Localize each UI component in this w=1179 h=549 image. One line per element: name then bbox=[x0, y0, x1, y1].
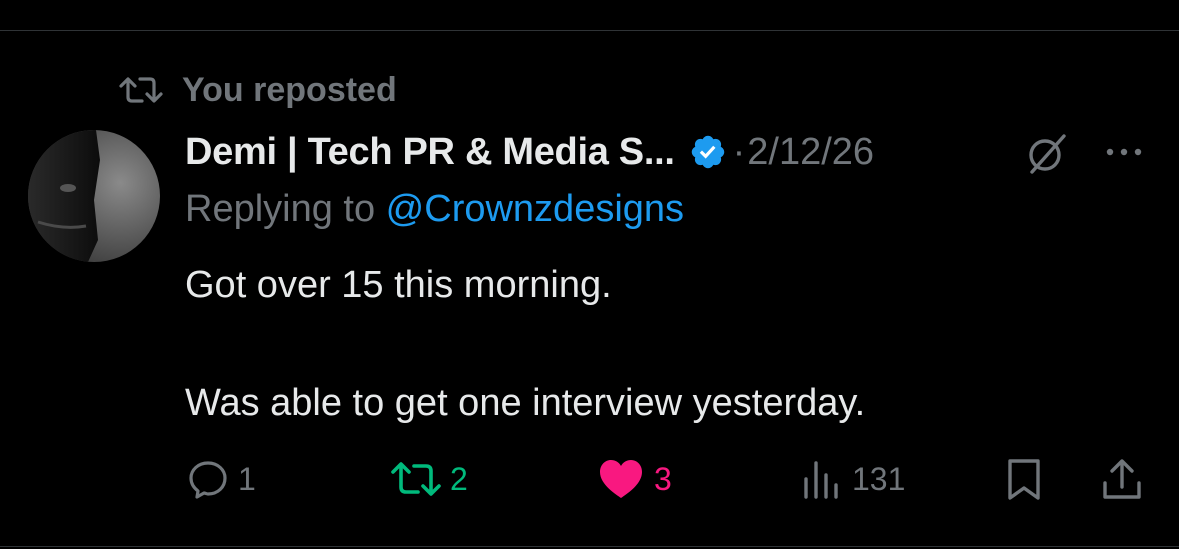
repost-action-icon bbox=[391, 462, 441, 496]
reply-count: 1 bbox=[238, 460, 256, 497]
bottom-divider bbox=[0, 546, 1179, 547]
heart-icon bbox=[600, 460, 642, 498]
reply-icon bbox=[189, 461, 227, 499]
author-name[interactable]: Demi | Tech PR & Media S... bbox=[185, 131, 675, 174]
tweet-text-line-1: Got over 15 this morning. bbox=[185, 264, 612, 306]
reply-context: Replying to @Crownzdesigns bbox=[185, 188, 684, 231]
bookmark-button[interactable] bbox=[1002, 456, 1046, 502]
share-icon bbox=[1103, 459, 1141, 499]
repost-icon bbox=[119, 77, 163, 103]
top-divider bbox=[0, 30, 1179, 31]
tweet-header: Demi | Tech PR & Media S... · 2/12/26 bbox=[185, 126, 874, 178]
repost-banner[interactable]: You reposted bbox=[118, 68, 397, 112]
repost-button[interactable]: 2 bbox=[390, 456, 468, 502]
grok-icon[interactable] bbox=[1024, 130, 1070, 176]
repost-label: You reposted bbox=[182, 70, 397, 109]
repost-count: 2 bbox=[450, 460, 468, 497]
reply-prefix: Replying to bbox=[185, 188, 386, 230]
views-count: 131 bbox=[852, 460, 906, 497]
reply-button[interactable]: 1 bbox=[186, 456, 256, 502]
like-button[interactable]: 3 bbox=[596, 456, 672, 502]
tweet-date[interactable]: 2/12/26 bbox=[747, 131, 874, 174]
verified-badge-icon[interactable] bbox=[689, 133, 727, 171]
analytics-icon bbox=[804, 461, 838, 499]
like-count: 3 bbox=[654, 460, 672, 497]
reply-mention-link[interactable]: @Crownzdesigns bbox=[386, 188, 684, 230]
avatar[interactable] bbox=[28, 130, 160, 262]
share-button[interactable] bbox=[1100, 456, 1144, 502]
more-options-icon[interactable] bbox=[1100, 138, 1148, 166]
views-button[interactable]: 131 bbox=[800, 456, 905, 502]
tweet-text-line-2: Was able to get one interview yesterday. bbox=[185, 382, 866, 424]
bookmark-icon bbox=[1008, 459, 1040, 500]
meta-separator: · bbox=[732, 130, 746, 173]
